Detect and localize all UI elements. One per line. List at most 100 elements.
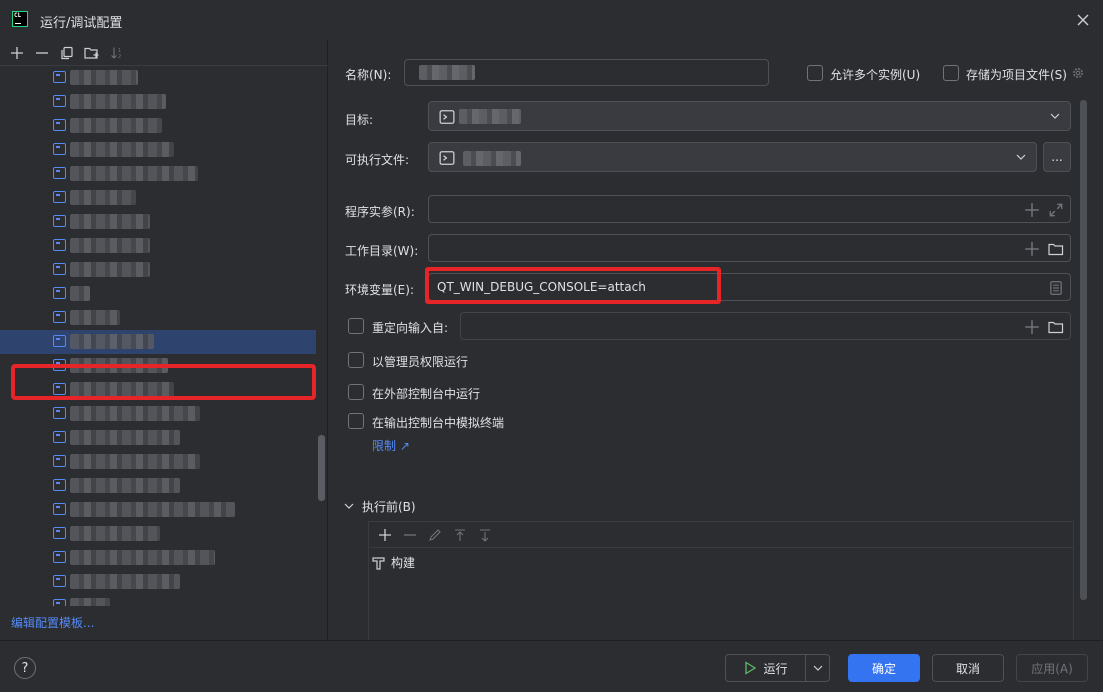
plus-icon[interactable] <box>1024 319 1040 335</box>
move-up-button[interactable] <box>447 524 472 546</box>
plus-icon <box>378 528 391 541</box>
configuration-icon <box>53 479 66 491</box>
before-launch-item-build[interactable]: 构建 <box>371 554 415 571</box>
store-as-project-checkbox[interactable] <box>943 65 959 81</box>
tree-item[interactable] <box>0 402 316 426</box>
working-dir-input[interactable] <box>428 234 1071 262</box>
redacted-label <box>70 478 180 493</box>
run-in-external-console-checkbox[interactable] <box>348 384 364 400</box>
redacted-label <box>70 70 138 85</box>
name-input[interactable] <box>404 59 769 86</box>
tree-item[interactable] <box>0 426 316 450</box>
run-button[interactable]: 运行 <box>725 654 805 682</box>
move-down-button[interactable] <box>472 524 497 546</box>
redacted-label <box>70 166 198 181</box>
cancel-button[interactable]: 取消 <box>932 654 1004 682</box>
tree-item[interactable] <box>0 138 316 162</box>
limit-link[interactable]: 限制 ↗ <box>372 437 410 454</box>
redacted-label <box>70 550 215 565</box>
window-title: 运行/调试配置 <box>40 16 123 31</box>
tree-item[interactable] <box>0 282 316 306</box>
redirect-input-field[interactable] <box>460 312 1071 340</box>
tree-item[interactable] <box>0 498 316 522</box>
folder-plus-icon <box>83 47 98 59</box>
plus-icon[interactable] <box>1024 202 1040 218</box>
run-as-admin-checkbox[interactable] <box>348 352 364 368</box>
configuration-tree[interactable] <box>0 66 316 606</box>
tree-item[interactable] <box>0 234 316 258</box>
tree-item[interactable] <box>0 594 316 606</box>
ok-button[interactable]: 确定 <box>848 654 920 682</box>
tree-item[interactable] <box>0 258 316 282</box>
tree-item[interactable] <box>0 522 316 546</box>
tree-item-selected[interactable] <box>0 330 316 354</box>
program-args-label: 程序实参(R): <box>345 205 415 219</box>
tree-item[interactable] <box>0 474 316 498</box>
before-launch-header[interactable]: 执行前(B) <box>344 498 416 515</box>
allow-multiple-checkbox[interactable] <box>807 65 823 81</box>
browse-executable-button[interactable]: ... <box>1043 142 1071 172</box>
tree-item[interactable] <box>0 162 316 186</box>
dialog-footer: ? 运行 确定 取消 应用(A) <box>0 640 1103 692</box>
add-configuration-button[interactable] <box>4 42 29 64</box>
redacted-executable <box>463 151 521 166</box>
run-as-admin-label: 以管理员权限运行 <box>372 355 469 369</box>
configuration-icon <box>53 215 66 227</box>
executable-label: 可执行文件: <box>345 153 410 167</box>
remove-task-button[interactable] <box>397 524 422 546</box>
tree-item[interactable] <box>0 450 316 474</box>
document-list-icon[interactable] <box>1048 280 1064 296</box>
sort-button[interactable]: 12 <box>104 42 129 64</box>
edit-task-button[interactable] <box>422 524 447 546</box>
title-bar: CL 运行/调试配置 <box>0 0 1103 40</box>
tree-item[interactable] <box>0 114 316 138</box>
form-scrollbar[interactable] <box>1080 100 1087 600</box>
store-as-project-label: 存储为项目文件(S) <box>966 68 1067 82</box>
add-task-button[interactable] <box>372 524 397 546</box>
help-button[interactable]: ? <box>14 657 36 679</box>
executable-select[interactable] <box>428 142 1037 172</box>
gear-icon[interactable] <box>1071 66 1085 80</box>
folder-icon[interactable] <box>1048 319 1064 335</box>
run-label: 运行 <box>763 661 788 676</box>
copy-icon <box>60 46 73 59</box>
program-args-input[interactable] <box>428 195 1071 223</box>
tree-item[interactable] <box>0 186 316 210</box>
redacted-label <box>70 118 162 133</box>
tree-item[interactable] <box>0 210 316 234</box>
redacted-label <box>70 334 154 349</box>
target-select[interactable] <box>428 101 1071 131</box>
tree-item[interactable] <box>0 66 316 90</box>
redacted-label <box>70 406 200 421</box>
emulate-terminal-checkbox[interactable] <box>348 413 364 429</box>
apply-button[interactable]: 应用(A) <box>1016 654 1088 682</box>
plus-icon[interactable] <box>1024 241 1040 257</box>
configuration-icon <box>53 71 66 83</box>
configuration-icon <box>53 167 66 179</box>
tree-item[interactable] <box>0 570 316 594</box>
tree-item[interactable] <box>0 306 316 330</box>
tree-item[interactable] <box>0 90 316 114</box>
run-options-dropdown[interactable] <box>805 654 830 682</box>
configuration-icon <box>53 191 66 203</box>
tree-scrollbar[interactable] <box>318 435 325 501</box>
selected-item-highlight <box>11 364 316 400</box>
copy-configuration-button[interactable] <box>54 42 79 64</box>
chevron-down-icon <box>1050 113 1060 119</box>
redirect-input-checkbox[interactable] <box>348 318 364 334</box>
configuration-icon <box>53 335 66 347</box>
before-launch-title: 执行前(B) <box>362 500 416 514</box>
folder-icon[interactable] <box>1048 241 1064 257</box>
configuration-icon <box>53 119 66 131</box>
remove-configuration-button[interactable] <box>29 42 54 64</box>
edit-templates-link[interactable]: 编辑配置模板... <box>11 614 94 631</box>
run-in-external-console-label: 在外部控制台中运行 <box>372 387 481 401</box>
expand-icon[interactable] <box>1048 202 1064 218</box>
new-folder-button[interactable] <box>79 42 104 64</box>
close-button[interactable] <box>1073 10 1093 30</box>
tree-item[interactable] <box>0 546 316 570</box>
redacted-label <box>70 526 160 541</box>
hammer-icon <box>372 556 385 570</box>
emulate-terminal-label: 在输出控制台中模拟终端 <box>372 416 505 430</box>
redacted-target <box>459 109 521 124</box>
